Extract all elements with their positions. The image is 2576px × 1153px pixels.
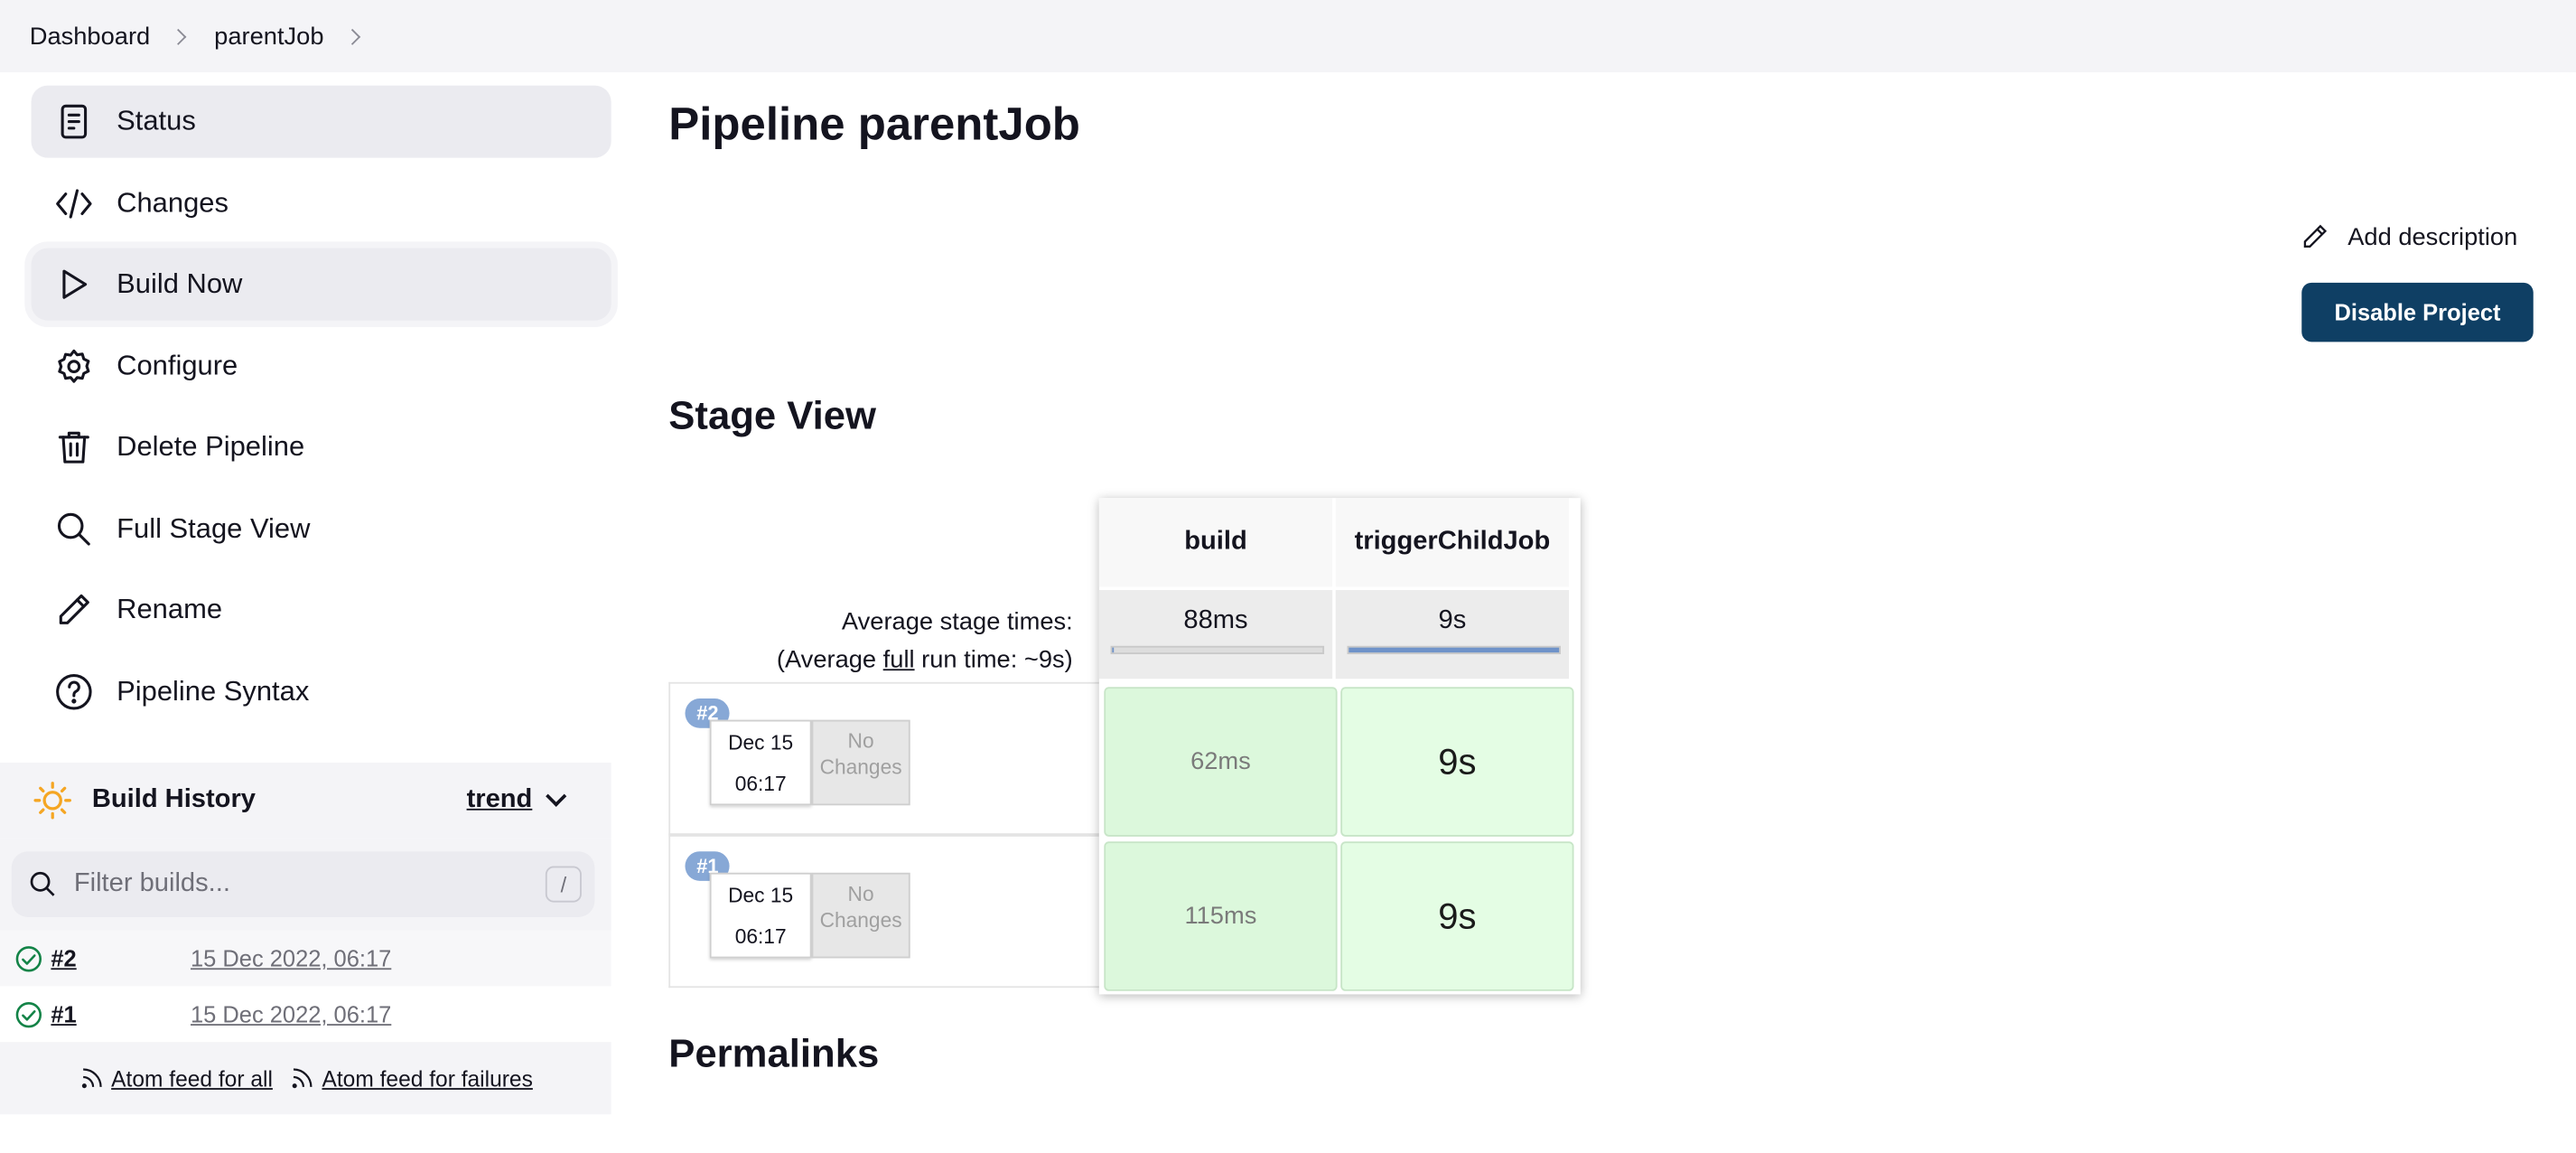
average-run-time-suffix: run time: ~9s) xyxy=(914,645,1073,674)
atom-feed-all-label: Atom feed for all xyxy=(111,1065,273,1091)
run-changes-line: No xyxy=(847,882,874,906)
full-run-time-link[interactable]: full xyxy=(883,646,915,674)
help-icon xyxy=(52,670,95,713)
stage-average-bar-fill xyxy=(1112,647,1115,653)
stage-average-bar-fill xyxy=(1349,647,1560,653)
disable-project-button[interactable]: Disable Project xyxy=(2301,282,2534,342)
sidebar-item-label: Rename xyxy=(117,593,223,625)
average-stage-times-label: Average stage times: (Average full run t… xyxy=(777,604,1073,680)
sidebar-item-label: Pipeline Syntax xyxy=(117,675,310,708)
status-icon xyxy=(52,100,95,143)
stage-view-table: build triggerChildJob 88ms 9s 62ms 9s 11… xyxy=(1098,498,1581,995)
stage-cell[interactable]: 9s xyxy=(1340,841,1574,991)
build-date-link[interactable]: 15 Dec 2022, 06:17 xyxy=(191,945,391,971)
build-history-row: #1 15 Dec 2022, 06:17 xyxy=(0,986,611,1042)
sidebar-item-label: Configure xyxy=(117,350,238,381)
page-title: Pipeline parentJob xyxy=(668,98,1080,150)
run-changes-line: Changes xyxy=(819,908,902,933)
sidebar-item-label: Status xyxy=(117,105,196,136)
add-description-label: Add description xyxy=(2347,222,2518,251)
trend-link[interactable]: trend xyxy=(467,785,533,815)
build-number-link[interactable]: #1 xyxy=(51,1001,76,1027)
stage-header-build: build xyxy=(1098,498,1333,587)
stage-average-value: 9s xyxy=(1438,606,1467,635)
success-check-icon xyxy=(15,1001,42,1027)
run-changes-line: No xyxy=(847,729,874,754)
run-changes: No Changes xyxy=(811,872,910,959)
atom-feed-failures-link[interactable]: Atom feed for failures xyxy=(289,1065,533,1092)
build-history-title: Build History xyxy=(91,785,256,814)
sidebar-item-configure[interactable]: Configure xyxy=(32,331,611,403)
pencil-icon xyxy=(2303,224,2328,248)
permalinks-title: Permalinks xyxy=(668,1032,880,1077)
stage-average-triggerchildjob: 9s xyxy=(1335,589,1570,680)
run-changes: No Changes xyxy=(811,719,910,806)
search-icon xyxy=(30,871,55,896)
keyboard-shortcut-hint: / xyxy=(545,866,582,903)
sun-weather-icon xyxy=(33,782,71,820)
stage-cell[interactable]: 62ms xyxy=(1104,687,1338,837)
stage-average-bar xyxy=(1110,645,1325,654)
stage-header-triggerchildjob: triggerChildJob xyxy=(1335,498,1570,587)
breadcrumb: Dashboard parentJob xyxy=(0,0,2576,73)
average-run-time-line: (Average full run time: ~9s) xyxy=(777,641,1073,679)
success-check-icon xyxy=(15,945,42,971)
filter-builds-input[interactable] xyxy=(73,869,518,899)
sidebar-item-label: Delete Pipeline xyxy=(117,430,305,463)
atom-feed-all-link[interactable]: Atom feed for all xyxy=(79,1065,273,1092)
breadcrumb-parentjob[interactable]: parentJob xyxy=(214,23,323,51)
sidebar-item-full-stage-view[interactable]: Full Stage View xyxy=(32,493,611,566)
run-date-time: 06:17 xyxy=(734,925,787,949)
trash-icon xyxy=(52,426,95,468)
stage-average-build: 88ms xyxy=(1098,589,1333,680)
sidebar-item-label: Full Stage View xyxy=(117,512,311,545)
sidebar-item-status[interactable]: Status xyxy=(31,85,611,158)
run-date-day: Dec 15 xyxy=(728,731,794,755)
add-description-link[interactable]: Add description xyxy=(2300,222,2517,252)
build-filter: / xyxy=(11,851,595,917)
stage-cell[interactable]: 9s xyxy=(1340,687,1574,837)
sidebar-item-rename[interactable]: Rename xyxy=(32,574,611,646)
run-date: Dec 15 06:17 xyxy=(709,872,812,959)
code-icon xyxy=(52,183,95,225)
pencil-icon xyxy=(52,588,95,631)
sidebar-item-changes[interactable]: Changes xyxy=(32,168,611,240)
build-history-header: Build History trend xyxy=(0,762,611,839)
rss-icon xyxy=(292,1068,313,1089)
sidebar-item-label: Changes xyxy=(117,187,229,219)
stage-average-bar xyxy=(1347,645,1561,654)
search-icon xyxy=(52,508,95,550)
sidebar-item-pipeline-syntax[interactable]: Pipeline Syntax xyxy=(32,656,611,728)
stage-cell[interactable]: 115ms xyxy=(1104,841,1338,991)
stage-view-title: Stage View xyxy=(668,394,876,439)
sidebar-item-delete-pipeline[interactable]: Delete Pipeline xyxy=(32,411,611,483)
build-number-link[interactable]: #2 xyxy=(51,945,76,971)
run-date-day: Dec 15 xyxy=(728,884,794,908)
sidebar-item-label: Build Now xyxy=(117,267,243,300)
run-row: #2 Dec 15 06:17 No Changes xyxy=(668,681,1099,836)
run-date-time: 06:17 xyxy=(734,772,787,796)
average-stage-times-line: Average stage times: xyxy=(841,607,1073,636)
breadcrumb-dashboard[interactable]: Dashboard xyxy=(30,23,150,51)
build-date-link[interactable]: 15 Dec 2022, 06:17 xyxy=(191,1001,391,1027)
run-row: #1 Dec 15 06:17 No Changes xyxy=(668,835,1099,989)
run-date: Dec 15 06:17 xyxy=(709,719,812,806)
chevron-down-icon[interactable] xyxy=(546,785,567,807)
run-changes-line: Changes xyxy=(819,755,902,780)
chevron-right-icon xyxy=(171,28,188,45)
gear-icon xyxy=(52,345,95,388)
average-run-time-prefix: (Average xyxy=(776,645,883,674)
chevron-right-icon[interactable] xyxy=(344,28,361,45)
sidebar-item-build-now[interactable]: Build Now xyxy=(31,248,611,321)
stage-average-value: 88ms xyxy=(1183,606,1248,635)
build-history-row: #2 15 Dec 2022, 06:17 xyxy=(0,930,611,987)
play-icon xyxy=(52,263,95,305)
atom-feeds: Atom feed for all Atom feed for failures xyxy=(0,1042,611,1115)
rss-icon xyxy=(81,1068,102,1089)
atom-feed-failures-label: Atom feed for failures xyxy=(322,1065,533,1091)
build-filter-container: / xyxy=(0,838,611,931)
